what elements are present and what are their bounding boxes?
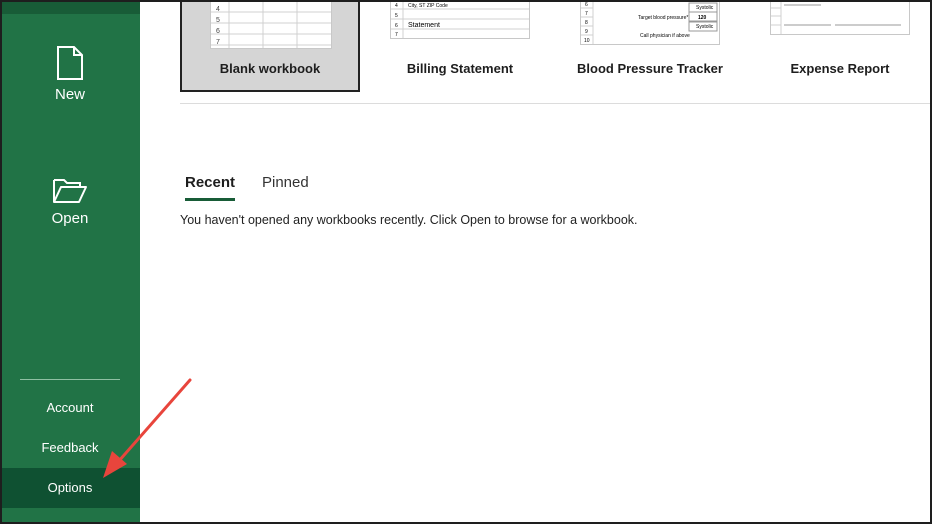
- template-name: Expense Report: [790, 61, 890, 76]
- row-number: 7: [216, 39, 220, 46]
- tab-recent[interactable]: Recent: [185, 174, 236, 201]
- new-document-icon: [57, 46, 83, 80]
- template-thumbnail: [770, 0, 910, 35]
- row-number: 10: [584, 38, 590, 44]
- thumb-text: Systolic: [696, 24, 714, 30]
- template-blank-workbook[interactable]: 4 5 6 7 Blank workbook: [180, 0, 360, 92]
- tab-active-underline: [185, 198, 236, 201]
- sidebar-divider: [20, 379, 120, 380]
- template-name: Billing Statement: [406, 61, 514, 76]
- recent-empty-message: You haven't opened any workbooks recentl…: [180, 213, 638, 227]
- row-number: 8: [585, 20, 588, 26]
- nav-new-label: New: [54, 86, 85, 103]
- row-number: 7: [395, 32, 398, 38]
- nav-open-label: Open: [51, 210, 89, 227]
- thumb-text: City, ST ZIP Code: [408, 3, 448, 9]
- row-number: 6: [216, 28, 220, 35]
- row-number: 5: [216, 17, 220, 24]
- row-number: 6: [585, 2, 588, 8]
- template-name: Blood Pressure Tracker: [577, 61, 723, 76]
- template-expense-report[interactable]: Expense Report: [750, 0, 930, 92]
- sidebar-top-strip: [0, 0, 140, 14]
- nav-account[interactable]: Account: [0, 388, 140, 428]
- nav-new[interactable]: New: [0, 46, 140, 103]
- template-blood-pressure-tracker[interactable]: 6 7 8 9 10 Systolic Target blood pressur…: [560, 0, 740, 92]
- template-thumbnail: 4 5 6 7 City, ST ZIP Code Statement: [390, 0, 530, 39]
- tab-recent-label: Recent: [185, 174, 236, 191]
- row-number: 7: [585, 11, 588, 17]
- row-number: 4: [216, 6, 220, 13]
- template-thumbnail: 6 7 8 9 10 Systolic Target blood pressur…: [580, 0, 720, 45]
- thumb-text: Systolic: [696, 5, 714, 11]
- row-number: 9: [585, 29, 588, 35]
- nav-options[interactable]: Options: [0, 468, 140, 508]
- templates-separator: [180, 103, 932, 104]
- blank-grid: 4 5 6 7: [211, 2, 331, 48]
- row-number: 4: [395, 3, 398, 9]
- template-thumbnail: 4 5 6 7: [210, 2, 332, 49]
- template-name: Blank workbook: [219, 61, 321, 76]
- nav-open[interactable]: Open: [0, 176, 140, 227]
- template-billing-statement[interactable]: 4 5 6 7 City, ST ZIP Code Statement Bill…: [370, 0, 550, 92]
- row-number: 5: [395, 13, 398, 19]
- row-number: 6: [395, 23, 398, 29]
- thumb-text: Statement: [408, 22, 440, 29]
- thumb-text: 120: [698, 15, 707, 21]
- nav-feedback[interactable]: Feedback: [0, 428, 140, 468]
- open-folder-icon: [53, 179, 87, 203]
- tab-pinned[interactable]: Pinned: [262, 174, 309, 191]
- thumb-text: Call physician if above: [640, 33, 690, 39]
- thumb-text: Target blood pressure*: [638, 15, 688, 21]
- backstage-sidebar: New Open Account Feedback Options: [0, 0, 140, 524]
